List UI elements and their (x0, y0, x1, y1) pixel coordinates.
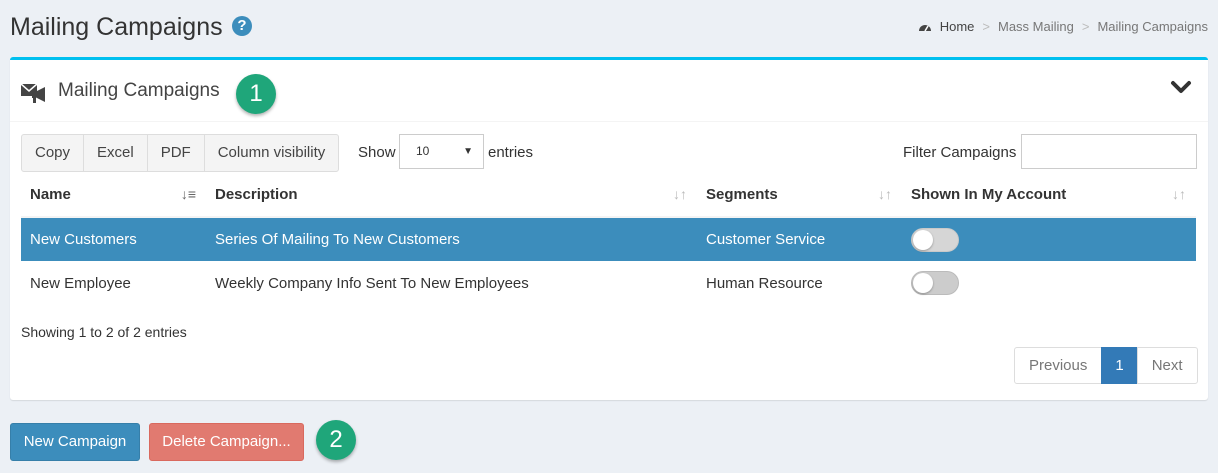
breadcrumb-separator: > (1081, 19, 1090, 34)
page-size-value: 10 (416, 144, 430, 158)
help-icon[interactable]: ? (232, 16, 252, 36)
table-row[interactable]: New Customers Series Of Mailing To New C… (21, 217, 1196, 261)
delete-campaign-button[interactable]: Delete Campaign... (149, 423, 304, 461)
cell-name: New Customers (21, 217, 206, 261)
megaphone-icon (21, 83, 45, 103)
pagination: Previous 1 Next (1014, 347, 1198, 384)
cell-description: Weekly Company Info Sent To New Employee… (215, 274, 529, 292)
pagination-next[interactable]: Next (1136, 347, 1198, 384)
sort-icon: ↓↑ (673, 186, 687, 202)
breadcrumb: Home > Mass Mailing > Mailing Campaigns (918, 19, 1208, 34)
new-campaign-button[interactable]: New Campaign (10, 423, 140, 461)
column-visibility-button[interactable]: Column visibility (203, 134, 340, 172)
cell-shown (902, 217, 1196, 261)
table-info: Showing 1 to 2 of 2 entries (21, 324, 187, 340)
caret-down-icon: ▼ (463, 146, 473, 157)
sort-asc-icon: ↓≡ (180, 186, 196, 202)
pagination-previous[interactable]: Previous (1014, 347, 1103, 384)
page-title: Mailing Campaigns (10, 13, 223, 41)
shown-toggle[interactable] (911, 227, 959, 252)
column-header-shown-in-my-account[interactable]: Shown In My Account ↓↑ (902, 173, 1196, 218)
campaigns-table: Name ↓≡ Description ↓↑ Segments ↓↑ Shown… (21, 173, 1196, 305)
cell-segments: Customer Service (697, 217, 902, 261)
cell-description: Series Of Mailing To New Customers (206, 217, 697, 261)
show-label: Show (358, 144, 396, 161)
column-header-description[interactable]: Description ↓↑ (206, 173, 697, 218)
filter-campaigns-input[interactable] (1021, 134, 1197, 169)
toggle-knob (913, 229, 933, 250)
filter-label: Filter Campaigns (903, 144, 1017, 161)
campaigns-box: Mailing Campaigns 1 Copy Excel PDF Colum… (10, 57, 1208, 400)
box-title: Mailing Campaigns (58, 80, 220, 101)
entries-label: entries (488, 144, 534, 161)
sort-icon: ↓↑ (1172, 186, 1186, 202)
cell-segments: Human Resource (706, 274, 823, 292)
excel-button[interactable]: Excel (83, 134, 148, 172)
callout-badge-1: 1 (236, 74, 276, 114)
column-header-name[interactable]: Name ↓≡ (21, 173, 206, 218)
page-header: Mailing Campaigns ? Home > Mass Mailing … (10, 10, 1208, 44)
breadcrumb-home[interactable]: Home (940, 19, 975, 34)
table-header-row: Name ↓≡ Description ↓↑ Segments ↓↑ Shown… (21, 173, 1196, 218)
sort-icon: ↓↑ (878, 186, 892, 202)
breadcrumb-mass-mailing[interactable]: Mass Mailing (998, 19, 1074, 34)
breadcrumb-current: Mailing Campaigns (1097, 19, 1208, 34)
breadcrumb-separator: > (982, 19, 990, 34)
box-header: Mailing Campaigns 1 (10, 60, 1208, 122)
cell-name: New Employee (30, 274, 131, 292)
chevron-down-icon[interactable] (1170, 80, 1192, 94)
table-row[interactable]: New Employee Weekly Company Info Sent To… (21, 261, 1196, 305)
page-size-select[interactable]: 10 ▼ (399, 134, 484, 169)
toggle-knob (913, 273, 933, 293)
cell-shown (902, 261, 1196, 305)
shown-toggle[interactable] (911, 271, 959, 295)
dashboard-icon (918, 25, 931, 32)
pagination-page-1[interactable]: 1 (1101, 347, 1138, 384)
copy-button[interactable]: Copy (21, 134, 85, 172)
pdf-button[interactable]: PDF (146, 134, 205, 172)
callout-badge-2: 2 (316, 420, 356, 460)
export-button-group: Copy Excel PDF Column visibility (21, 134, 340, 172)
column-header-segments[interactable]: Segments ↓↑ (697, 173, 902, 218)
